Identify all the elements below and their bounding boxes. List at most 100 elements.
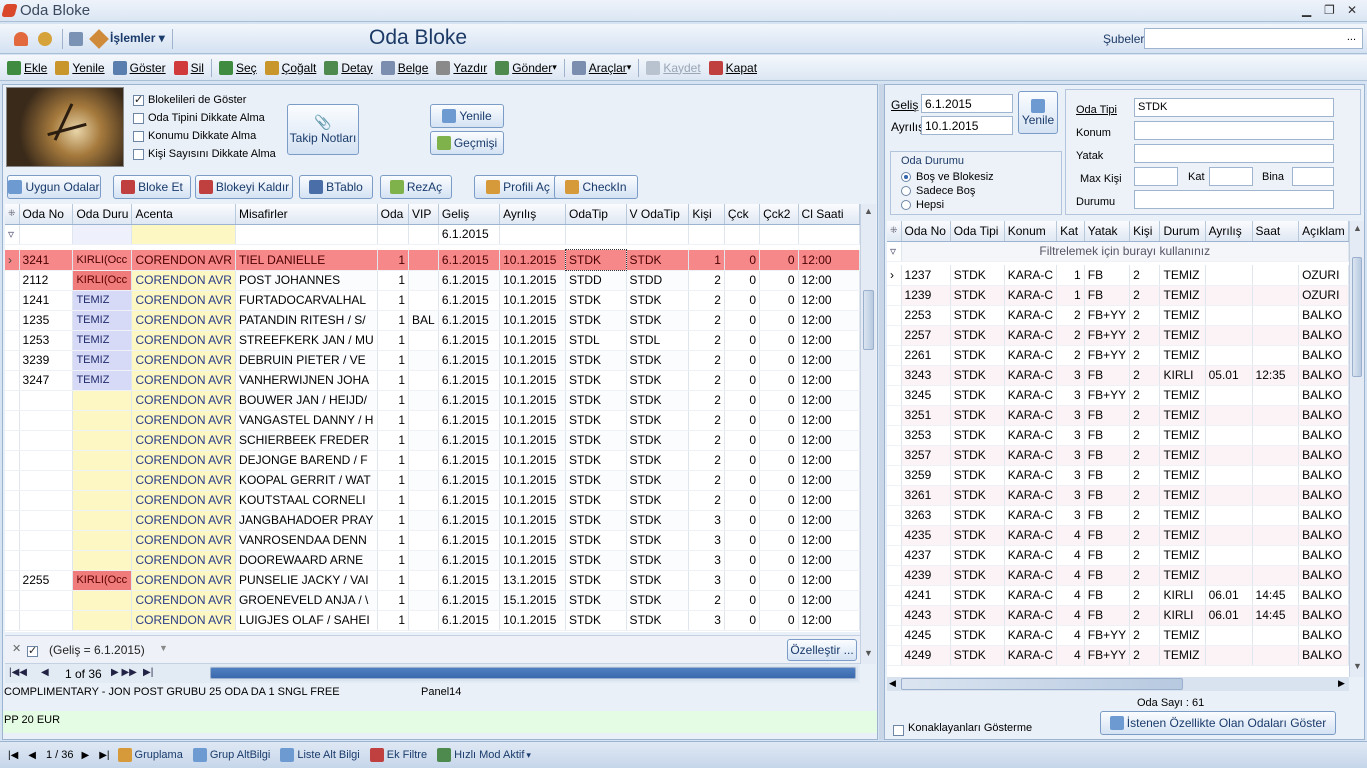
row-selector[interactable] xyxy=(5,570,20,591)
row-selector[interactable] xyxy=(5,530,20,551)
row-selector[interactable] xyxy=(5,490,20,511)
settings-icon[interactable] xyxy=(69,32,83,46)
nav-first-button[interactable]: |◀◀ xyxy=(9,667,27,678)
fire-icon[interactable] xyxy=(14,32,28,46)
yenile-left-button[interactable]: Yenile xyxy=(430,104,504,128)
table-row[interactable]: CORENDON AVR SCHIERBEEK FREDER 1 6.1.2015 10… xyxy=(5,430,860,451)
toolbar-araclar-button[interactable]: Araçlar ▾ xyxy=(568,57,636,79)
toolbar-detay-button[interactable]: Detay xyxy=(320,57,376,79)
row-selector[interactable] xyxy=(5,510,20,531)
filter-icon[interactable]: ▿ xyxy=(5,224,20,245)
row-selector[interactable] xyxy=(5,430,20,451)
room-row[interactable]: 3253 STDK KARA-C 3 FB 2 TEMIZ BALKO xyxy=(887,425,1349,446)
room-row[interactable]: 3245 STDK KARA-C 3 FB+YY 2 TEMIZ BALKO xyxy=(887,385,1349,406)
room-row[interactable]: 3257 STDK KARA-C 3 FB 2 TEMIZ BALKO xyxy=(887,445,1349,466)
checkbox-box[interactable] xyxy=(133,148,144,160)
row-selector[interactable] xyxy=(887,565,902,586)
row-selector[interactable] xyxy=(5,310,20,331)
room-row[interactable]: 4235 STDK KARA-C 4 FB 2 TEMIZ BALKO xyxy=(887,525,1349,546)
room-row[interactable]: 1239 STDK KARA-C 1 FB 2 TEMIZ OZURI xyxy=(887,285,1349,306)
table-row[interactable]: CORENDON AVR LUIGJES OLAF / SAHEI 1 6.1.201… xyxy=(5,610,860,631)
gecmisi-button[interactable]: Geçmişi xyxy=(430,131,504,155)
room-row[interactable]: 3251 STDK KARA-C 3 FB 2 TEMIZ BALKO xyxy=(887,405,1349,426)
profili-ac-button[interactable]: Profili Aç xyxy=(474,175,562,199)
row-selector[interactable] xyxy=(887,365,902,386)
toolbar-yazdir-button[interactable]: Yazdır xyxy=(432,57,491,79)
row-selector[interactable] xyxy=(5,410,20,431)
table-row[interactable]: 1241 TEMIZ CORENDON AVR FURTADOCARVALHAL 1 6.… xyxy=(5,290,860,311)
column-header-vip[interactable]: VIP xyxy=(408,204,439,225)
column-header-gelis[interactable]: Geliş xyxy=(438,204,501,225)
table-row[interactable]: 2112 KIRLI(Occ CORENDON AVR POST JOHANNES 1 6… xyxy=(5,270,860,291)
filter-cell[interactable] xyxy=(724,224,761,245)
column-header-v-odatip[interactable]: V OdaTip xyxy=(626,204,690,225)
left-vertical-scrollbar[interactable]: ▲ ▼ xyxy=(860,204,876,664)
rezac-button[interactable]: RezAç xyxy=(380,175,452,199)
filter-hint[interactable]: Filtrelemek için burayı kullanınız xyxy=(901,241,1349,262)
ayrilis-date-input[interactable]: 10.1.2015 xyxy=(921,116,1013,135)
clear-filter-icon[interactable]: ✕ xyxy=(12,642,21,655)
table-row[interactable]: 1235 TEMIZ CORENDON AVR PATANDIN RITESH / S… xyxy=(5,310,860,331)
toolbar-sec-button[interactable]: Seç xyxy=(215,57,261,79)
column-header-kisi[interactable]: Kişi xyxy=(1129,221,1161,242)
row-selector[interactable] xyxy=(5,270,20,291)
row-selector[interactable] xyxy=(887,545,902,566)
room-row[interactable]: 4237 STDK KARA-C 4 FB 2 TEMIZ BALKO xyxy=(887,545,1349,566)
filter-cell[interactable] xyxy=(759,224,799,245)
column-chooser-icon[interactable]: ⁜ xyxy=(5,204,20,225)
checkbox-box[interactable] xyxy=(133,130,144,142)
max-kisi-input[interactable] xyxy=(1134,167,1178,186)
table-row[interactable]: CORENDON AVR DEJONGE BAREND / F 1 6.1.2015 1… xyxy=(5,450,860,471)
nav-prev-button[interactable]: ◀ xyxy=(41,667,49,678)
radio-dot[interactable] xyxy=(901,186,911,197)
toolbar-ekle-button[interactable]: Ekle xyxy=(3,57,51,79)
maximize-button[interactable]: ❐ xyxy=(1324,3,1335,17)
row-selector[interactable] xyxy=(887,645,902,666)
toolbar-goster-button[interactable]: Göster xyxy=(109,57,170,79)
right-scroll-thumb[interactable] xyxy=(1352,257,1362,377)
row-selector[interactable] xyxy=(887,405,902,426)
row-selector[interactable] xyxy=(887,345,902,366)
checkbox-box[interactable] xyxy=(133,112,144,124)
filter-cell[interactable]: 6.1.2015 xyxy=(438,224,501,245)
filter-cell[interactable] xyxy=(408,224,439,245)
radio-bos-ve-blokesiz[interactable]: Boş ve Blokesiz xyxy=(901,171,994,183)
table-row[interactable]: CORENDON AVR KOOPAL GERRIT / WAT 1 6.1.2015… xyxy=(5,470,860,491)
row-selector[interactable] xyxy=(887,425,902,446)
row-selector[interactable] xyxy=(5,370,20,391)
column-header-konum[interactable]: Konum xyxy=(1004,221,1058,242)
radio-sadece-bos[interactable]: Sadece Boş xyxy=(901,185,975,197)
column-header-oda-no[interactable]: Oda No xyxy=(19,204,74,225)
row-selector[interactable] xyxy=(887,525,902,546)
status-last-button[interactable]: ▶| xyxy=(99,750,109,761)
oda-tipi-input[interactable]: STDK xyxy=(1134,98,1334,117)
yatak-input[interactable] xyxy=(1134,144,1334,163)
close-window-button[interactable]: ✕ xyxy=(1347,3,1357,17)
left-scroll-thumb[interactable] xyxy=(863,290,874,350)
minimize-button[interactable]: ▁ xyxy=(1302,3,1311,17)
bloke-et-button[interactable]: Bloke Et xyxy=(113,175,191,199)
istenen-button[interactable]: İstenen Özellikte Olan Odaları Göster xyxy=(1100,711,1336,735)
table-row[interactable]: CORENDON AVR VANROSENDAA DENN 1 6.1.2015 10.… xyxy=(5,530,860,551)
column-chooser-icon[interactable]: ⁜ xyxy=(887,221,902,242)
row-indicator[interactable]: › xyxy=(5,250,20,271)
filter-cell[interactable] xyxy=(499,224,567,245)
left-hscroll-thumb[interactable] xyxy=(210,667,856,679)
ozellestir-button[interactable]: Özelleştir ... xyxy=(787,639,857,661)
status-ek-filtre-button[interactable]: Ek Filtre xyxy=(369,748,427,762)
table-row[interactable]: CORENDON AVR DOOREWAARD ARNE 1 6.1.2015 10.1… xyxy=(5,550,860,571)
column-header-cck2[interactable]: Çck2 xyxy=(759,204,799,225)
row-selector[interactable] xyxy=(5,350,20,371)
column-header-cck[interactable]: Çck xyxy=(724,204,761,225)
row-selector[interactable] xyxy=(887,505,902,526)
status-first-button[interactable]: |◀ xyxy=(8,750,18,761)
column-header-aciklam[interactable]: Açıklam xyxy=(1298,221,1349,242)
nav-last-button[interactable]: ▶| xyxy=(143,667,153,678)
room-row[interactable]: 2253 STDK KARA-C 2 FB+YY 2 TEMIZ BALKO xyxy=(887,305,1349,326)
row-selector[interactable] xyxy=(887,325,902,346)
status-hizli-mod-aktif-button[interactable]: Hızlı Mod Aktif ▾ xyxy=(437,748,531,762)
toolbar-kapat-button[interactable]: Kapat xyxy=(705,57,761,79)
filter-enabled-checkbox[interactable] xyxy=(27,644,38,658)
room-row[interactable]: 3243 STDK KARA-C 3 FB 2 KIRLI 05.01 12:35 BALKO xyxy=(887,365,1349,386)
table-row[interactable]: 1253 TEMIZ CORENDON AVR STREEFKERK JAN / MU… xyxy=(5,330,860,351)
